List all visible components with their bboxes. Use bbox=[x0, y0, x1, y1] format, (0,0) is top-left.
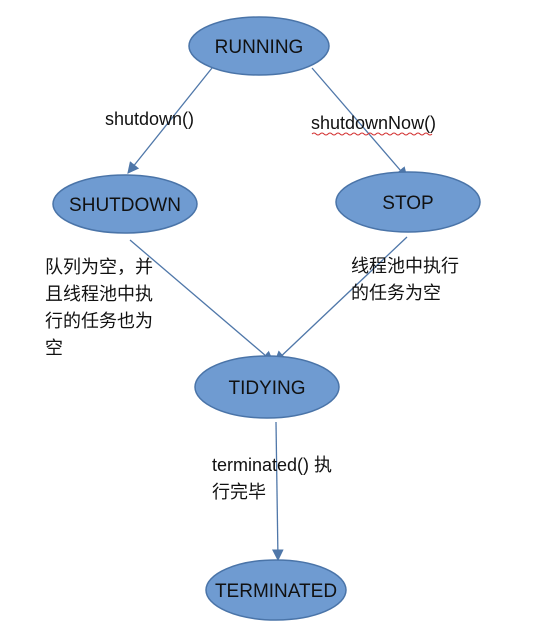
edge-label-tasks-empty: 线程池中执行 的任务为空 bbox=[351, 253, 459, 307]
edge-label-line: 队列为空，并 bbox=[45, 257, 153, 277]
edge-label-line: 行的任务也为 bbox=[45, 311, 153, 331]
node-terminated-label: TERMINATED bbox=[215, 581, 337, 602]
edge-label-shutdown-now: shutdownNow() bbox=[311, 113, 437, 133]
node-stop: STOP bbox=[335, 171, 481, 233]
node-tidying-label: TIDYING bbox=[228, 378, 305, 399]
node-tidying: TIDYING bbox=[194, 355, 340, 419]
edge-label-line: terminated() 执 bbox=[212, 455, 333, 475]
edge-label-line: 空 bbox=[45, 338, 63, 358]
node-terminated: TERMINATED bbox=[205, 559, 347, 621]
edge-label-line: 线程池中执行 bbox=[351, 256, 459, 276]
edge-label-line: 且线程池中执 bbox=[45, 284, 153, 304]
edge-label-queue-empty: 队列为空，并 且线程池中执 行的任务也为 空 bbox=[45, 254, 153, 362]
node-shutdown: SHUTDOWN bbox=[52, 174, 198, 234]
node-running: RUNNING bbox=[188, 16, 330, 76]
edge-label-line: 的任务为空 bbox=[351, 283, 441, 303]
edge-label-shutdown: shutdown() bbox=[105, 109, 195, 129]
node-running-label: RUNNING bbox=[215, 37, 304, 58]
node-stop-label: STOP bbox=[382, 193, 433, 214]
edge-label-terminated-done: terminated() 执 行完毕 bbox=[212, 452, 332, 506]
edge-label-line: 行完毕 bbox=[212, 482, 266, 502]
node-shutdown-label: SHUTDOWN bbox=[69, 195, 181, 216]
diagram-canvas: RUNNING SHUTDOWN STOP TIDYING TERMINATED… bbox=[0, 0, 558, 636]
